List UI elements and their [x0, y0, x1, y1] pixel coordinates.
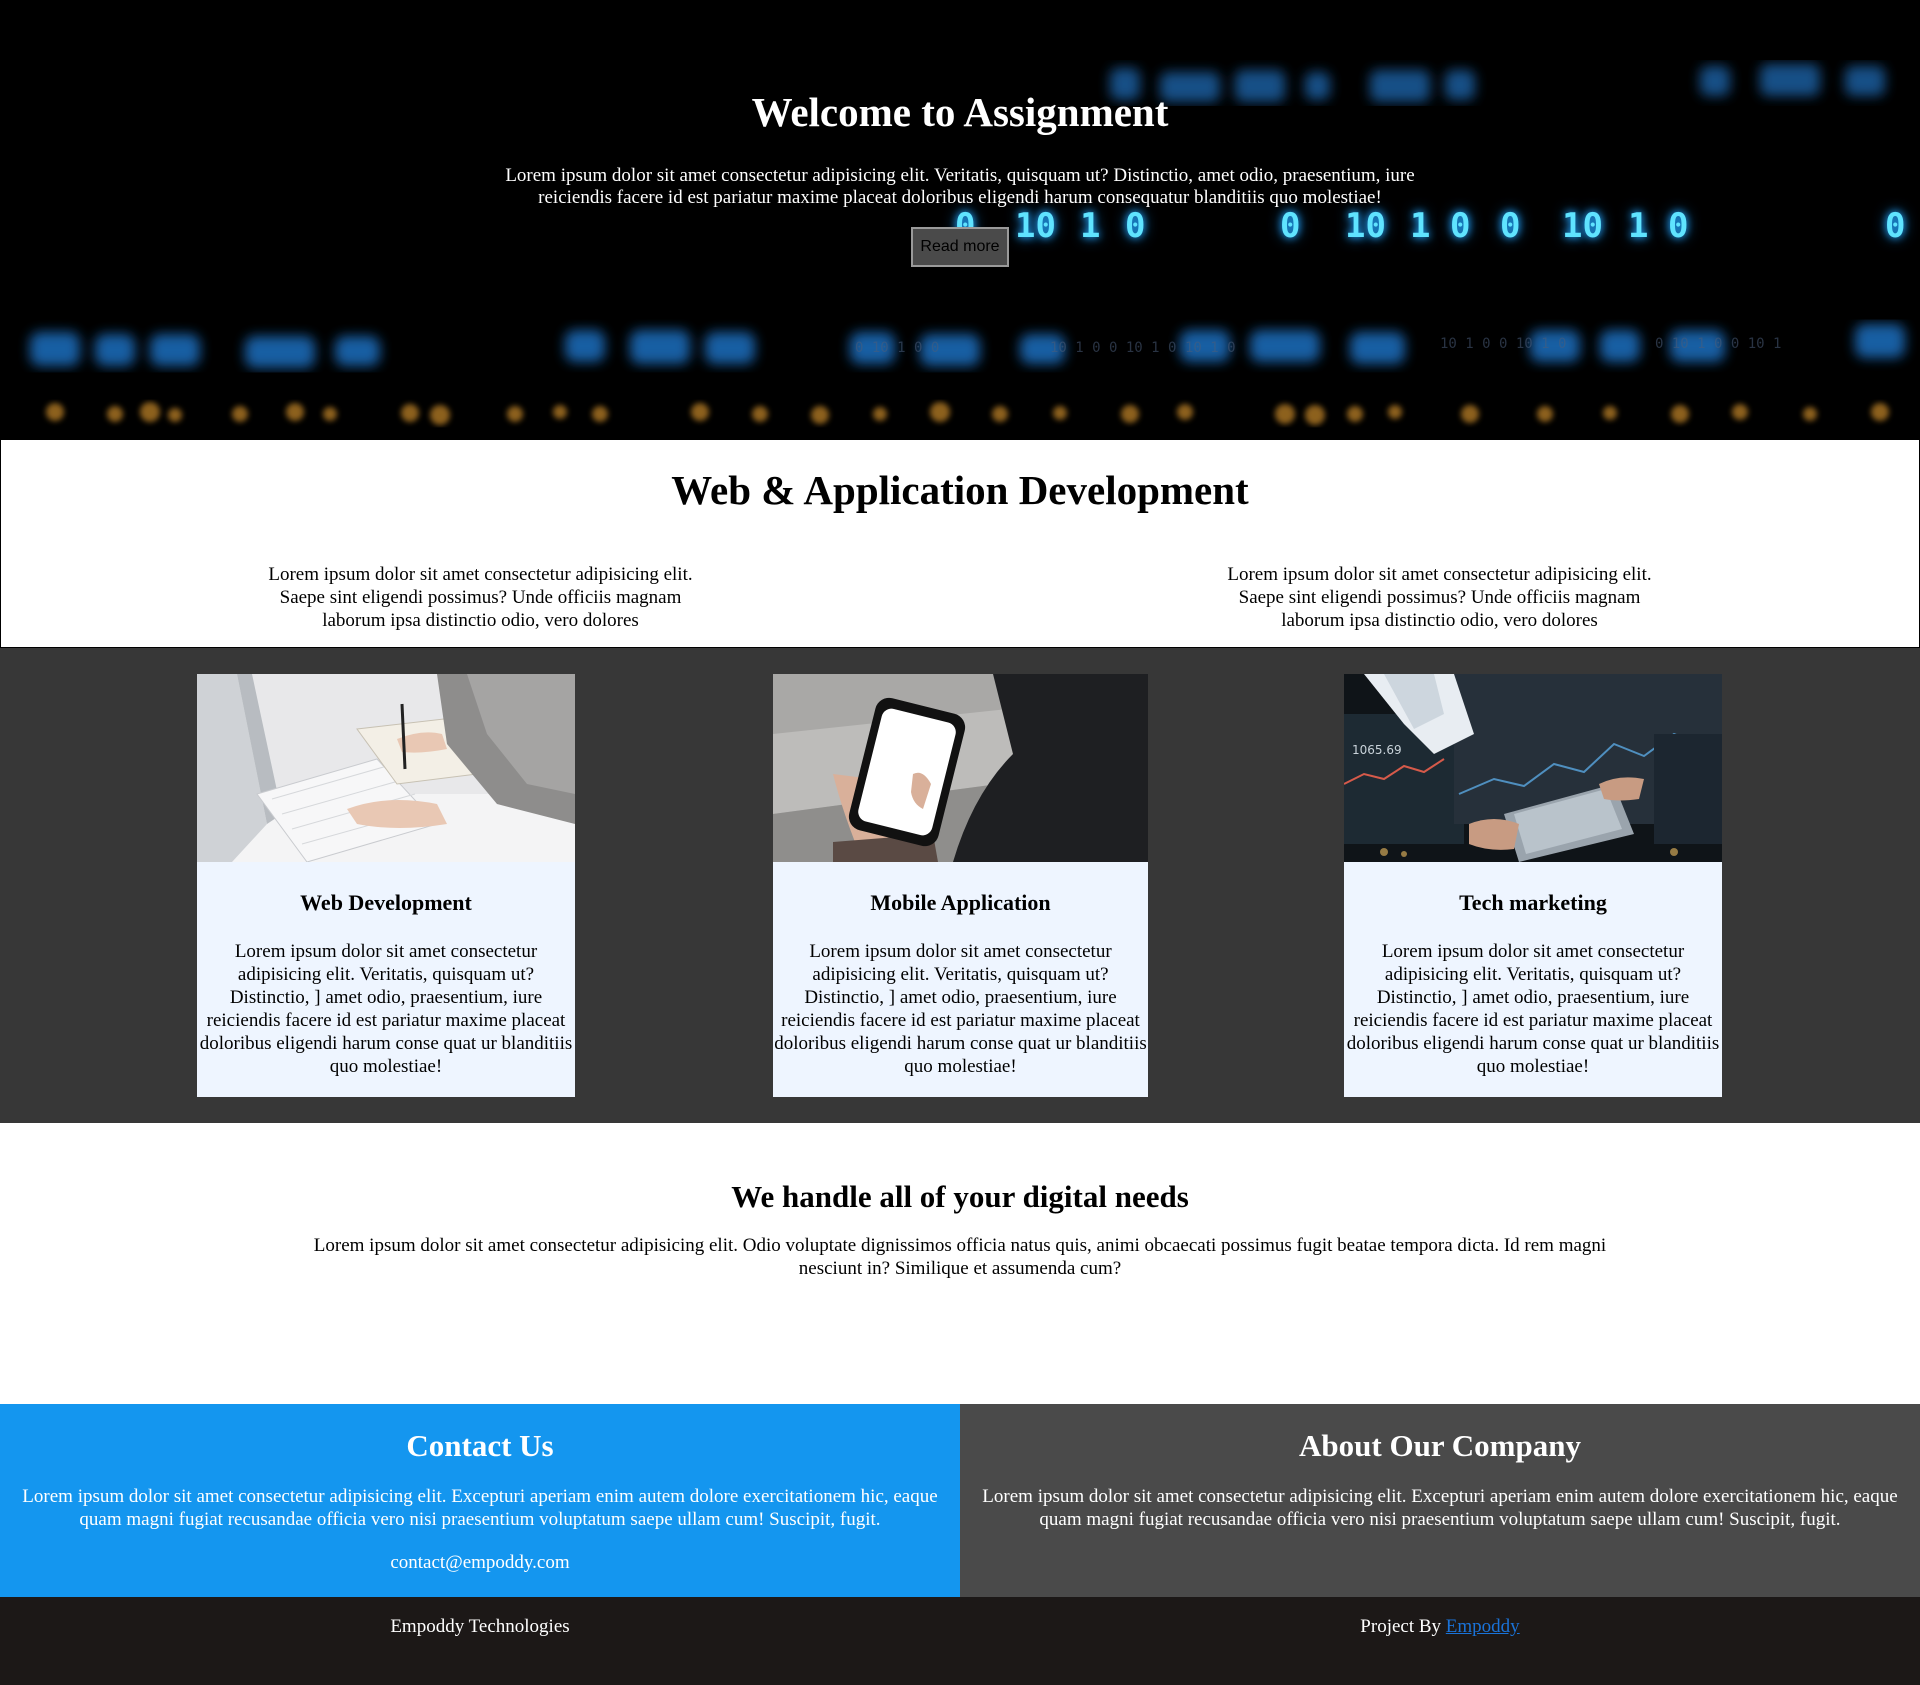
read-more-button[interactable]: Read more [911, 227, 1009, 267]
card-text: Lorem ipsum dolor sit amet consectetur a… [1346, 941, 1720, 1077]
card-text: Lorem ipsum dolor sit amet consectetur a… [199, 941, 573, 1077]
web-app-left-text: Lorem ipsum dolor sit amet consectetur a… [268, 564, 693, 631]
contact-us-text: Lorem ipsum dolor sit amet consectetur a… [22, 1486, 938, 1530]
hero-section: 0 10 1 0 0 10 1 0 0 10 1 0 10 1 0 10 1 0… [0, 0, 1920, 439]
svg-text:1065.69: 1065.69 [1352, 743, 1402, 757]
footer-company-name: Empoddy Technologies [390, 1616, 570, 1637]
web-app-columns: Lorem ipsum dolor sit amet consectetur a… [1, 563, 1919, 632]
footer-project: Project By Empoddy [960, 1597, 1920, 1685]
contact-us-panel: Contact Us Lorem ipsum dolor sit amet co… [0, 1404, 960, 1597]
tech-marketing-image: 1065.69 [1344, 674, 1722, 862]
web-app-right-text: Lorem ipsum dolor sit amet consectetur a… [1227, 564, 1652, 631]
contact-email[interactable]: contact@empoddy.com [0, 1551, 960, 1574]
web-app-column-left: Lorem ipsum dolor sit amet consectetur a… [1, 563, 960, 632]
footer-project-link[interactable]: Empoddy [1446, 1616, 1520, 1637]
web-app-column-right: Lorem ipsum dolor sit amet consectetur a… [960, 563, 1919, 632]
service-card-marketing: 1065.69 Tech marketing Lorem ipsum dolor… [1344, 674, 1722, 1097]
card-title: Mobile Application [870, 890, 1051, 915]
digital-needs-title: We handle all of your digital needs [731, 1179, 1189, 1214]
web-development-image [197, 674, 575, 862]
card-text: Lorem ipsum dolor sit amet consectetur a… [774, 941, 1147, 1077]
service-card-web: Web Development Lorem ipsum dolor sit am… [197, 674, 575, 1097]
card-title: Tech marketing [1459, 890, 1607, 915]
mobile-application-image [773, 674, 1148, 862]
footer-company: Empoddy Technologies [0, 1597, 960, 1685]
info-section: Contact Us Lorem ipsum dolor sit amet co… [0, 1404, 1920, 1597]
digital-needs-text: Lorem ipsum dolor sit amet consectetur a… [313, 1235, 1607, 1279]
web-app-section: Web & Application Development Lorem ipsu… [0, 439, 1920, 648]
hero-content: Welcome to Assignment Lorem ipsum dolor … [0, 0, 1920, 267]
hero-title: Welcome to Assignment [751, 89, 1169, 135]
card-title: Web Development [300, 890, 472, 915]
web-app-title: Web & Application Development [671, 467, 1249, 513]
hero-text: Lorem ipsum dolor sit amet consectetur a… [505, 165, 1415, 208]
digital-needs-section: We handle all of your digital needs Lore… [0, 1123, 1920, 1404]
contact-us-title: Contact Us [406, 1428, 554, 1463]
about-company-panel: About Our Company Lorem ipsum dolor sit … [960, 1404, 1920, 1597]
footer: Empoddy Technologies Project By Empoddy [0, 1597, 1920, 1685]
about-company-text: Lorem ipsum dolor sit amet consectetur a… [982, 1486, 1898, 1530]
service-card-mobile: Mobile Application Lorem ipsum dolor sit… [773, 674, 1148, 1097]
services-section: Web Development Lorem ipsum dolor sit am… [0, 648, 1920, 1123]
footer-project-prefix: Project By [1360, 1616, 1446, 1637]
about-company-title: About Our Company [1299, 1428, 1581, 1463]
